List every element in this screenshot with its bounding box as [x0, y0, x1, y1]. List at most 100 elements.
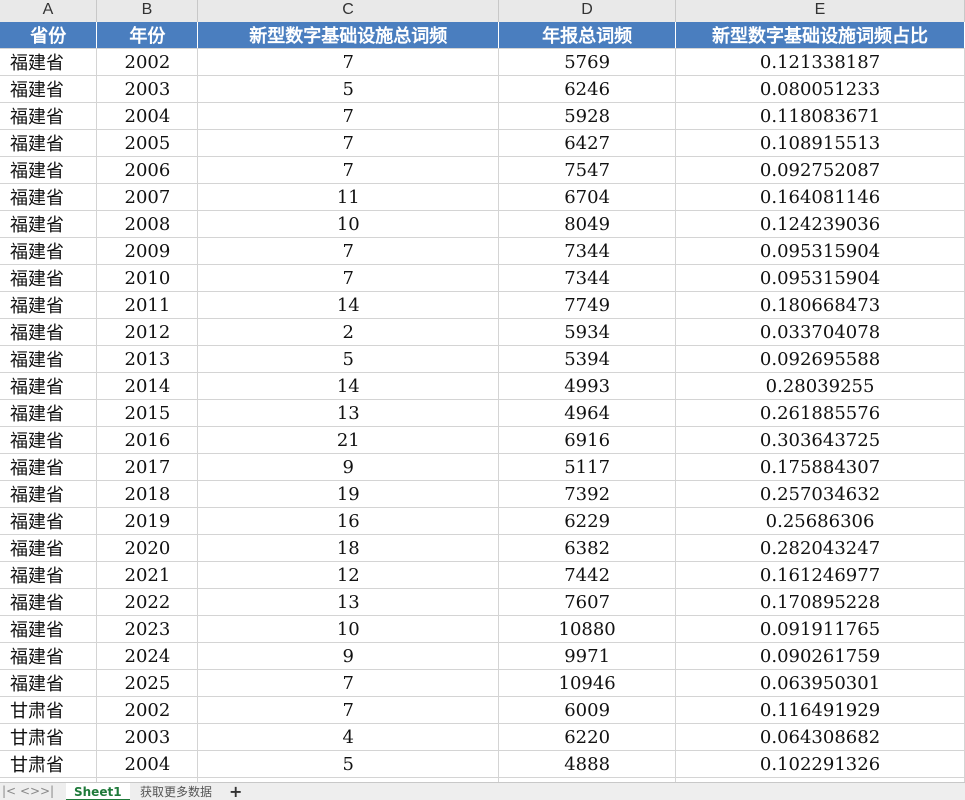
header-cell-year[interactable]: 年份	[96, 22, 199, 49]
cell-infra-freq[interactable]: 16	[197, 507, 500, 535]
cell-ratio[interactable]: 0.033704078	[675, 318, 965, 346]
cell-infra-freq[interactable]: 7	[197, 237, 500, 265]
cell-report-freq[interactable]: 4993	[498, 372, 677, 400]
cell-report-freq[interactable]: 4964	[498, 399, 677, 427]
cell-ratio[interactable]: 0.092752087	[675, 156, 965, 184]
cell-infra-freq[interactable]: 7	[197, 129, 500, 157]
header-cell-ratio[interactable]: 新型数字基础设施词频占比	[675, 22, 965, 49]
cell-province[interactable]: 甘肃省	[0, 696, 98, 724]
cell-year[interactable]: 2014	[96, 372, 199, 400]
cell-infra-freq[interactable]: 13	[197, 399, 500, 427]
column-header-c[interactable]: C	[198, 0, 499, 22]
cell-ratio[interactable]: 0.180668473	[675, 291, 965, 319]
cell-province[interactable]: 甘肃省	[0, 723, 98, 751]
cell-ratio[interactable]: 0.25686306	[675, 507, 965, 535]
cell-year[interactable]: 2017	[96, 453, 199, 481]
cell-infra-freq[interactable]: 9	[197, 642, 500, 670]
cell-year[interactable]: 2015	[96, 399, 199, 427]
header-cell-infra-freq[interactable]: 新型数字基础设施总词频	[197, 22, 500, 49]
tab-sheet1[interactable]: Sheet1	[66, 783, 130, 800]
cell-province[interactable]: 福建省	[0, 156, 98, 184]
cell-infra-freq[interactable]: 14	[197, 372, 500, 400]
cell-year[interactable]: 2011	[96, 291, 199, 319]
cell-ratio[interactable]: 0.118083671	[675, 102, 965, 130]
cell-report-freq[interactable]: 5934	[498, 318, 677, 346]
cell-ratio[interactable]: 0.091911765	[675, 615, 965, 643]
cell-infra-freq[interactable]: 11	[197, 183, 500, 211]
cell-infra-freq[interactable]: 7	[197, 696, 500, 724]
cell-report-freq[interactable]: 6009	[498, 696, 677, 724]
cell-ratio[interactable]: 0.121338187	[675, 48, 965, 76]
cell-province[interactable]: 福建省	[0, 129, 98, 157]
cell-ratio[interactable]: 0.261885576	[675, 399, 965, 427]
cell-province[interactable]: 福建省	[0, 507, 98, 535]
next-sheet-nav[interactable]: >	[30, 784, 40, 798]
cell-infra-freq[interactable]: 5	[197, 750, 500, 778]
cell-province[interactable]: 福建省	[0, 345, 98, 373]
cell-province[interactable]: 福建省	[0, 615, 98, 643]
cell-infra-freq[interactable]: 14	[197, 291, 500, 319]
cell-report-freq[interactable]: 6220	[498, 723, 677, 751]
column-header-d[interactable]: D	[499, 0, 676, 22]
cell-ratio[interactable]: 0.257034632	[675, 480, 965, 508]
cell-year[interactable]: 2003	[96, 723, 199, 751]
cell-province[interactable]: 福建省	[0, 264, 98, 292]
cell-report-freq[interactable]: 5769	[498, 48, 677, 76]
cell-province[interactable]: 甘肃省	[0, 750, 98, 778]
cell-report-freq[interactable]: 7344	[498, 237, 677, 265]
cell-year[interactable]: 2018	[96, 480, 199, 508]
cell-ratio[interactable]: 0.063950301	[675, 669, 965, 697]
column-header-e[interactable]: E	[676, 0, 965, 22]
cell-province[interactable]: 福建省	[0, 561, 98, 589]
cell-report-freq[interactable]: 7749	[498, 291, 677, 319]
cell-year[interactable]: 2019	[96, 507, 199, 535]
cell-ratio[interactable]: 0.303643725	[675, 426, 965, 454]
cell-province[interactable]: 福建省	[0, 480, 98, 508]
cell-report-freq[interactable]: 6246	[498, 75, 677, 103]
cell-infra-freq[interactable]: 7	[197, 264, 500, 292]
cell-ratio[interactable]: 0.095315904	[675, 264, 965, 292]
header-cell-report-freq[interactable]: 年报总词频	[498, 22, 677, 49]
cell-province[interactable]: 福建省	[0, 48, 98, 76]
cell-province[interactable]: 福建省	[0, 75, 98, 103]
cell-year[interactable]: 2013	[96, 345, 199, 373]
cell-ratio[interactable]: 0.064308682	[675, 723, 965, 751]
cell-year[interactable]: 2020	[96, 534, 199, 562]
cell-report-freq[interactable]: 7344	[498, 264, 677, 292]
cell-infra-freq[interactable]: 5	[197, 75, 500, 103]
cell-ratio[interactable]: 0.108915513	[675, 129, 965, 157]
cell-province[interactable]: 福建省	[0, 372, 98, 400]
cell-province[interactable]: 福建省	[0, 669, 98, 697]
cell-infra-freq[interactable]: 7	[197, 669, 500, 697]
last-sheet-nav[interactable]: >|	[40, 784, 54, 798]
cell-report-freq[interactable]: 9971	[498, 642, 677, 670]
cell-year[interactable]: 2016	[96, 426, 199, 454]
cell-province[interactable]: 福建省	[0, 291, 98, 319]
cell-year[interactable]: 2003	[96, 75, 199, 103]
cell-report-freq[interactable]: 7547	[498, 156, 677, 184]
cell-year[interactable]: 2025	[96, 669, 199, 697]
cell-infra-freq[interactable]: 10	[197, 615, 500, 643]
cell-year[interactable]: 2004	[96, 750, 199, 778]
cell-infra-freq[interactable]: 9	[197, 453, 500, 481]
tab-more-data[interactable]: 获取更多数据	[132, 783, 220, 800]
cell-province[interactable]: 福建省	[0, 588, 98, 616]
add-sheet-button[interactable]: +	[229, 782, 242, 800]
cell-year[interactable]: 2023	[96, 615, 199, 643]
cell-year[interactable]: 2006	[96, 156, 199, 184]
cell-infra-freq[interactable]: 12	[197, 561, 500, 589]
cell-infra-freq[interactable]: 7	[197, 156, 500, 184]
cell-ratio[interactable]: 0.116491929	[675, 696, 965, 724]
cell-year[interactable]: 2005	[96, 129, 199, 157]
cell-ratio[interactable]: 0.170895228	[675, 588, 965, 616]
cell-province[interactable]: 福建省	[0, 237, 98, 265]
cell-infra-freq[interactable]: 7	[197, 102, 500, 130]
cell-year[interactable]: 2022	[96, 588, 199, 616]
prev-sheet-nav[interactable]: <	[20, 784, 30, 798]
cell-ratio[interactable]: 0.080051233	[675, 75, 965, 103]
cell-year[interactable]: 2009	[96, 237, 199, 265]
cell-year[interactable]: 2002	[96, 696, 199, 724]
cell-ratio[interactable]: 0.161246977	[675, 561, 965, 589]
cell-year[interactable]: 2021	[96, 561, 199, 589]
cell-province[interactable]: 福建省	[0, 183, 98, 211]
